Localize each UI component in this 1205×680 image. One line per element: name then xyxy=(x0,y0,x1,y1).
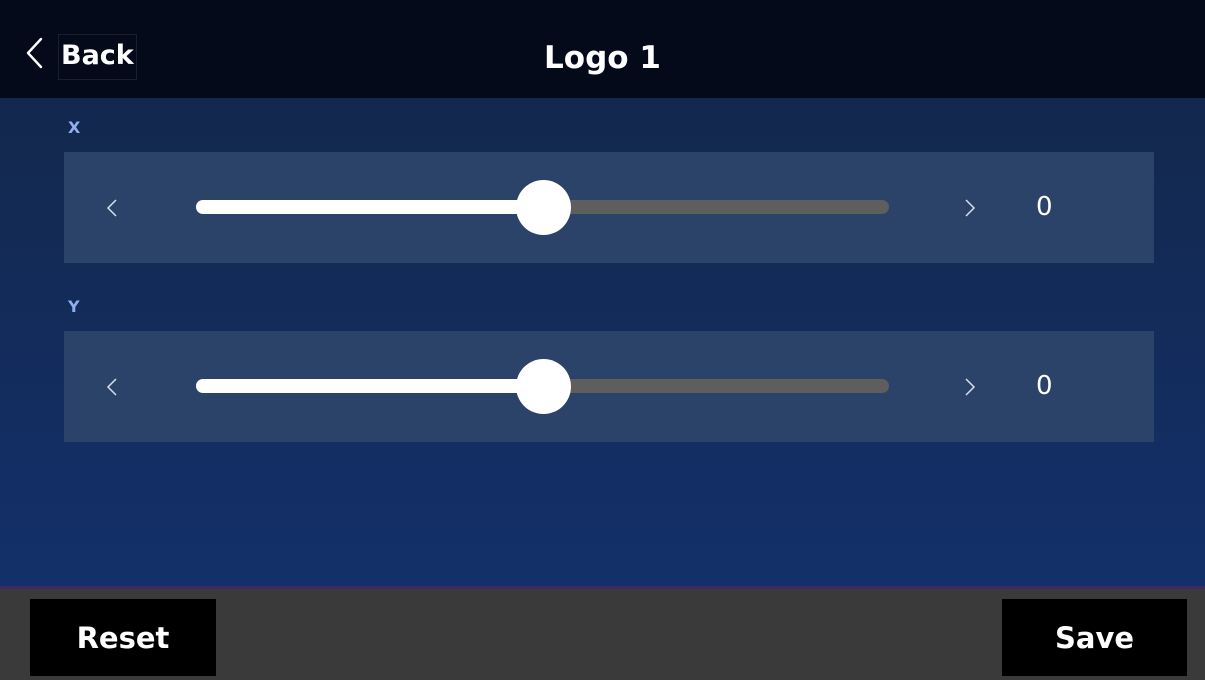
logo-position-screen: Back Logo 1 X 0 Y 0 Reset Save xyxy=(0,0,1205,680)
main-content: X 0 Y 0 xyxy=(0,98,1205,588)
x-label: X xyxy=(68,118,81,137)
footer-bar: Reset Save xyxy=(0,589,1205,680)
y-slider-track[interactable] xyxy=(196,359,889,414)
page-title: Logo 1 xyxy=(544,40,661,76)
chevron-left-icon xyxy=(106,378,117,396)
x-slider-track[interactable] xyxy=(196,180,889,235)
save-button[interactable]: Save xyxy=(1002,599,1187,676)
chevron-right-icon xyxy=(965,378,976,396)
chevron-right-icon xyxy=(965,199,976,217)
reset-button[interactable]: Reset xyxy=(30,599,216,676)
x-decrement-button[interactable] xyxy=(92,186,132,230)
x-increment-button[interactable] xyxy=(950,186,990,230)
y-decrement-button[interactable] xyxy=(92,365,132,409)
x-slider-fill xyxy=(196,200,543,214)
x-slider-thumb[interactable] xyxy=(516,180,571,235)
y-label: Y xyxy=(68,297,80,316)
y-slider-thumb[interactable] xyxy=(516,359,571,414)
chevron-left-icon xyxy=(106,199,117,217)
y-slider-fill xyxy=(196,379,543,393)
x-slider-panel: 0 xyxy=(64,152,1154,263)
header-bar: Back Logo 1 xyxy=(0,0,1205,98)
y-increment-button[interactable] xyxy=(950,365,990,409)
x-value: 0 xyxy=(1036,192,1053,222)
y-slider-panel: 0 xyxy=(64,331,1154,442)
y-value: 0 xyxy=(1036,371,1053,401)
